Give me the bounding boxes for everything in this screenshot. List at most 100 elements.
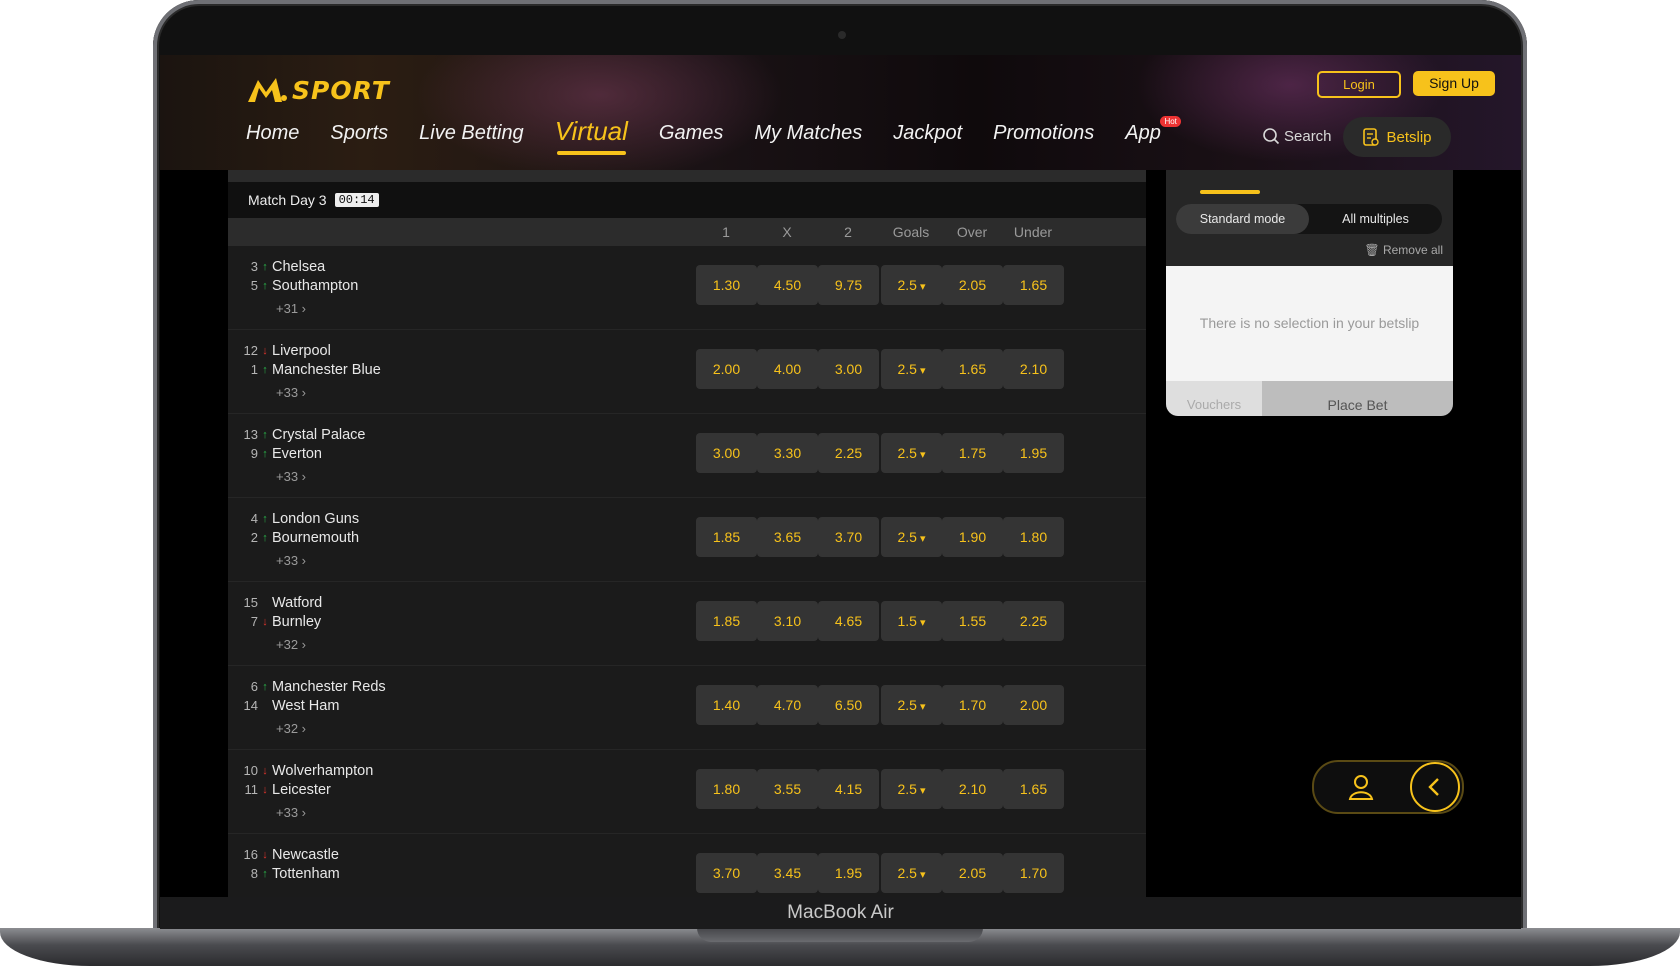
odd-under[interactable]: 1.95 bbox=[1003, 433, 1064, 473]
odd-over[interactable]: 2.05 bbox=[942, 853, 1003, 893]
team-rank: 2 bbox=[250, 530, 258, 545]
more-markets-link[interactable]: +33 › bbox=[276, 385, 306, 400]
nav-item-home[interactable]: Home bbox=[246, 122, 299, 159]
goals-line-select[interactable]: 2.5 bbox=[881, 517, 942, 557]
goals-line-select[interactable]: 1.5 bbox=[881, 601, 942, 641]
nav-item-label: Home bbox=[246, 122, 300, 144]
odd-over[interactable]: 1.55 bbox=[942, 601, 1003, 641]
odd-home[interactable]: 3.00 bbox=[696, 433, 757, 473]
nav-item-sports[interactable]: Sports bbox=[330, 122, 388, 159]
odd-home[interactable]: 1.85 bbox=[696, 517, 757, 557]
odd-home[interactable]: 1.80 bbox=[696, 769, 757, 809]
goals-line-select[interactable]: 2.5 bbox=[881, 433, 942, 473]
odd-over[interactable]: 1.75 bbox=[942, 433, 1003, 473]
collapse-button[interactable] bbox=[1410, 762, 1460, 812]
remove-all-button[interactable]: 🗑 Remove all bbox=[1364, 243, 1443, 257]
odd-away[interactable]: 3.70 bbox=[818, 517, 879, 557]
team-rank: 5 bbox=[250, 278, 258, 293]
more-markets-link[interactable]: +33 › bbox=[276, 553, 306, 568]
nav-item-games[interactable]: Games bbox=[659, 122, 723, 159]
signup-button[interactable]: Sign Up bbox=[1413, 71, 1495, 96]
team-name: Southampton bbox=[272, 277, 359, 294]
team-rank: 15 bbox=[243, 595, 258, 610]
team-home: 13 ↑ Crystal Palace bbox=[242, 424, 366, 445]
odd-home[interactable]: 2.00 bbox=[696, 349, 757, 389]
trend-up-icon: ↑ bbox=[262, 279, 268, 292]
odd-draw[interactable]: 4.70 bbox=[757, 685, 818, 725]
odd-draw[interactable]: 4.00 bbox=[757, 349, 818, 389]
user-icon[interactable] bbox=[1346, 772, 1376, 802]
odd-away[interactable]: 4.65 bbox=[818, 601, 879, 641]
nav-item-app[interactable]: App Hot bbox=[1125, 116, 1181, 159]
betslip-button[interactable]: Betslip bbox=[1343, 117, 1451, 157]
odd-over[interactable]: 1.70 bbox=[942, 685, 1003, 725]
nav-item-jackpot[interactable]: Jackpot bbox=[893, 122, 962, 159]
odd-under[interactable]: 2.00 bbox=[1003, 685, 1064, 725]
more-markets-link[interactable]: +32 › bbox=[276, 637, 306, 652]
odd-over[interactable]: 1.65 bbox=[942, 349, 1003, 389]
device-label: MacBook Air bbox=[160, 897, 1521, 929]
odd-under[interactable]: 1.80 bbox=[1003, 517, 1064, 557]
more-markets-link[interactable]: +33 › bbox=[276, 469, 306, 484]
odd-over[interactable]: 1.90 bbox=[942, 517, 1003, 557]
chevron-right-icon: › bbox=[298, 385, 307, 400]
odd-under[interactable]: 2.10 bbox=[1003, 349, 1064, 389]
odd-away[interactable]: 9.75 bbox=[818, 265, 879, 305]
odd-draw[interactable]: 3.45 bbox=[757, 853, 818, 893]
trend-up-icon: ↑ bbox=[262, 363, 268, 376]
team-rank: 7 bbox=[250, 614, 258, 629]
goals-line-select[interactable]: 2.5 bbox=[881, 769, 942, 809]
goals-line-select[interactable]: 2.5 bbox=[881, 685, 942, 725]
odd-under[interactable]: 2.25 bbox=[1003, 601, 1064, 641]
odd-over[interactable]: 2.10 bbox=[942, 769, 1003, 809]
search-button[interactable]: Search bbox=[1262, 127, 1332, 145]
odd-under[interactable]: 1.65 bbox=[1003, 265, 1064, 305]
nav-item-virtual[interactable]: Virtual bbox=[555, 116, 628, 159]
odd-draw[interactable]: 3.10 bbox=[757, 601, 818, 641]
chevron-left-icon bbox=[1428, 778, 1439, 796]
goals-line-select[interactable]: 2.5 bbox=[881, 265, 942, 305]
trend-up-icon: ↑ bbox=[262, 428, 268, 441]
goals-line-select[interactable]: 2.5 bbox=[881, 853, 942, 893]
floating-widget bbox=[1312, 760, 1464, 814]
nav-item-promotions[interactable]: Promotions bbox=[993, 122, 1094, 159]
place-bet-button[interactable]: Place Bet bbox=[1262, 381, 1453, 416]
odd-away[interactable]: 3.00 bbox=[818, 349, 879, 389]
trend-up-icon: ↑ bbox=[262, 447, 268, 460]
more-markets-link[interactable]: +33 › bbox=[276, 805, 306, 820]
nav-item-live-betting[interactable]: Live Betting bbox=[419, 122, 524, 159]
logo[interactable]: SPORT bbox=[246, 73, 390, 107]
match-list: Match Day 3 00:14 1 X 2 Goals Over Under 3 ↑ Ch… bbox=[228, 170, 1146, 897]
odd-home[interactable]: 1.85 bbox=[696, 601, 757, 641]
odd-under[interactable]: 1.70 bbox=[1003, 853, 1064, 893]
more-markets-count: +33 bbox=[276, 385, 299, 400]
more-markets-link[interactable]: +32 › bbox=[276, 721, 306, 736]
goals-line-select[interactable]: 2.5 bbox=[881, 349, 942, 389]
odd-away[interactable]: 6.50 bbox=[818, 685, 879, 725]
team-rank: 6 bbox=[250, 679, 258, 694]
odd-home[interactable]: 3.70 bbox=[696, 853, 757, 893]
betslip-label: Betslip bbox=[1386, 128, 1432, 146]
odd-draw[interactable]: 3.55 bbox=[757, 769, 818, 809]
odd-draw[interactable]: 3.30 bbox=[757, 433, 818, 473]
mode-standard[interactable]: Standard mode bbox=[1176, 204, 1309, 234]
chevron-right-icon: › bbox=[298, 805, 307, 820]
team-rank: 4 bbox=[250, 511, 258, 526]
more-markets-link[interactable]: +31 › bbox=[276, 301, 306, 316]
odd-away[interactable]: 2.25 bbox=[818, 433, 879, 473]
odd-home[interactable]: 1.30 bbox=[696, 265, 757, 305]
odd-away[interactable]: 1.95 bbox=[818, 853, 879, 893]
odd-under[interactable]: 1.65 bbox=[1003, 769, 1064, 809]
odd-over[interactable]: 2.05 bbox=[942, 265, 1003, 305]
trend-none-icon: · bbox=[260, 700, 270, 712]
odd-draw[interactable]: 3.65 bbox=[757, 517, 818, 557]
mode-all-multiples[interactable]: All multiples bbox=[1309, 204, 1442, 234]
odd-away[interactable]: 4.15 bbox=[818, 769, 879, 809]
trend-down-icon: ↓ bbox=[262, 848, 268, 861]
odd-home[interactable]: 1.40 bbox=[696, 685, 757, 725]
nav-item-my-matches[interactable]: My Matches bbox=[754, 122, 862, 159]
odd-draw[interactable]: 4.50 bbox=[757, 265, 818, 305]
trend-down-icon: ↓ bbox=[262, 344, 268, 357]
vouchers-button[interactable]: Vouchers bbox=[1166, 381, 1262, 416]
login-button[interactable]: Login bbox=[1317, 71, 1401, 98]
